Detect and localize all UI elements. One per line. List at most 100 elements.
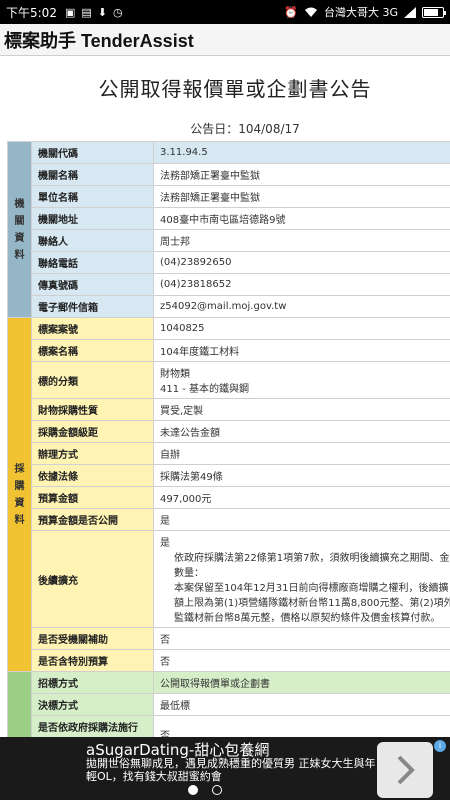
field-value: 公開取得報價單或企劃書 xyxy=(153,671,450,694)
field-value: 是 xyxy=(153,508,450,531)
image-notification-icon: ▣ xyxy=(64,5,76,19)
field-value: 3.11.94.5 xyxy=(153,141,450,164)
section-category-char: 購 xyxy=(14,480,25,492)
field-value: 104年度鐵工材料 xyxy=(153,339,450,362)
field-label: 是否受機關補助 xyxy=(31,627,154,650)
table-row: 預算金額 497,000元 xyxy=(8,486,450,509)
status-time: 下午5:02 xyxy=(6,5,57,20)
field-value-text: 財物類 xyxy=(160,369,190,380)
status-right: ⏰ 台灣大哥大 3G xyxy=(284,4,446,20)
table-row: 採購金額級距 未達公告金額 xyxy=(8,420,450,443)
table-row: 機關資料機關代碼 3.11.94.5 xyxy=(7,141,450,318)
ad-page-dot[interactable] xyxy=(188,785,198,795)
field-value: 最低標 xyxy=(153,693,450,716)
field-label: 單位名稱 xyxy=(31,185,154,208)
field-label: 機關地址 xyxy=(31,207,154,230)
field-label: 財物採購性質 xyxy=(31,398,154,421)
field-value-text: 是 xyxy=(160,516,170,527)
field-label: 標案案號 xyxy=(31,317,154,340)
field-label: 採購金額級距 xyxy=(31,420,154,443)
ad-open-button[interactable] xyxy=(377,742,433,798)
table-row: 機關名稱 法務部矯正署臺中監獄 xyxy=(8,163,450,186)
notification-icons: ▣ ▤ ⬇ ◷ xyxy=(65,6,284,19)
field-value-text: 公開取得報價單或企劃書 xyxy=(160,679,270,690)
status-bar: 下午5:02 ▣ ▤ ⬇ ◷ ⏰ 台灣大哥大 3G xyxy=(0,0,450,24)
field-label: 預算金額是否公開 xyxy=(31,508,154,531)
field-label: 辦理方式 xyxy=(31,442,154,465)
extension-note-line: 依政府採購法第22條第1項第7款，須敘明後續擴充之期間、金 xyxy=(174,553,450,564)
field-value-text: 否 xyxy=(160,730,170,738)
table-row: 依據法條 採購法第49條 xyxy=(8,464,450,487)
notice-date: 公告日：104/08/17 xyxy=(190,122,300,136)
field-value-text: 3.11.94.5 xyxy=(160,147,208,158)
section-category-char: 料 xyxy=(14,249,25,261)
ad-banner[interactable]: i aSugarDating-甜心包養網 拋開世俗無聊成見，遇見成熟穩重的優質男… xyxy=(0,737,450,800)
signal-icon xyxy=(404,6,416,18)
field-label: 決標方式 xyxy=(31,693,154,716)
field-value-text: 408臺中市南屯區培德路9號 xyxy=(160,215,286,226)
field-label: 標的分類 xyxy=(31,361,154,399)
field-label: 是否依政府採購法施行細則第64條之2辦理 xyxy=(31,715,154,737)
table-row: 是否依政府採購法施行細則第64條之2辦理否 xyxy=(8,715,450,738)
field-label: 後續擴充 xyxy=(31,530,154,628)
field-label: 標案名稱 xyxy=(31,339,154,362)
field-label: 招標方式 xyxy=(31,671,154,694)
field-value-text: 周士邦 xyxy=(160,237,190,248)
field-label: 聯絡電話 xyxy=(31,251,154,274)
table-row: 電子郵件信箱 z54092@mail.moj.gov.tw xyxy=(8,295,450,318)
field-value: 法務部矯正署臺中監獄 xyxy=(153,163,450,186)
carrier-label: 台灣大哥大 3G xyxy=(323,6,398,19)
table-row: 採購資料 標案案號 1040825 xyxy=(7,317,450,672)
section-category-char: 料 xyxy=(14,514,25,526)
field-value: 1040825 xyxy=(153,317,450,340)
field-value-text: 買受,定製 xyxy=(160,406,204,417)
field-value: 408臺中市南屯區培德路9號 xyxy=(153,207,450,230)
section-category-char: 資 xyxy=(14,232,25,244)
field-value: z54092@mail.moj.gov.tw xyxy=(153,295,450,318)
table-row: 財物採購性質 買受,定製 xyxy=(8,398,450,421)
field-value: 買受,定製 xyxy=(153,398,450,421)
field-value-text: 最低標 xyxy=(160,701,190,712)
table-row: 聯絡人 周士邦 xyxy=(8,229,450,252)
field-label: 電子郵件信箱 xyxy=(31,295,154,318)
field-value: (04)23818652 xyxy=(153,273,450,296)
table-row: 標案名稱 104年度鐵工材料 xyxy=(8,339,450,362)
extension-note-line: 監鐵材新台幣8萬元整，價格以原契約條件及價金核算付款。 xyxy=(174,613,441,624)
field-value-subtext: 411 - 基本的鐵與鋼 xyxy=(160,384,250,395)
table-row: 傳真號碼 (04)23818652 xyxy=(8,273,450,296)
field-value-text: (04)23892650 xyxy=(160,257,232,268)
section-category-char: 採 xyxy=(14,463,25,475)
section-category-char: 關 xyxy=(14,215,25,227)
field-value: 否 xyxy=(153,627,450,650)
chevron-right-icon xyxy=(397,755,415,785)
field-value: 未達公告金額 xyxy=(153,420,450,443)
table-row: 預算金額是否公開是 xyxy=(8,508,450,531)
extension-note-line: 額上限為第(1)項營繕隊鐵材新台幣11萬8,800元整、第(2)項外 xyxy=(174,598,450,609)
adchoices-icon[interactable]: i xyxy=(434,740,446,752)
ad-page-dot[interactable] xyxy=(212,785,222,795)
battery-level-fill xyxy=(424,8,438,16)
table-row: 決標方式 最低標 xyxy=(8,693,450,716)
app-bar: 標案助手 TenderAssist xyxy=(0,24,450,56)
table-row: 辦理方式 自辦 xyxy=(8,442,450,465)
field-label: 預算金額 xyxy=(31,486,154,509)
field-value-text: 採購法第49條 xyxy=(160,472,223,483)
extension-note-line: 本案保留至104年12月31日前向得標廠商增購之權利，後續擴 xyxy=(174,583,449,594)
field-value: 法務部矯正署臺中監獄 xyxy=(153,185,450,208)
field-value: 自辦 xyxy=(153,442,450,465)
alarm-icon: ⏰ xyxy=(284,5,298,19)
field-value: 周士邦 xyxy=(153,229,450,252)
field-value-text: 自辦 xyxy=(160,450,180,461)
section-category-char: 機 xyxy=(14,198,25,210)
field-label: 聯絡人 xyxy=(31,229,154,252)
ad-body[interactable]: 拋開世俗無聊成見，遇見成熟穩重的優質男 正妹女大生與年輕OL，找有錢大叔甜蜜約會 xyxy=(86,757,376,783)
field-value-text: 1040825 xyxy=(160,323,205,334)
field-value: 財物類 411 - 基本的鐵與鋼 xyxy=(153,361,450,399)
app-title: 標案助手 TenderAssist xyxy=(4,30,194,51)
field-value-text: 104年度鐵工材料 xyxy=(160,347,240,358)
notice-content[interactable]: 公開取得報價單或企劃書公告 公告日：104/08/17 機關資料機關代碼 3.11… xyxy=(0,57,450,737)
table-row: 後續擴充是依政府採購法第22條第1項第7款，須敘明後續擴充之期間、金 數量： 本案保… xyxy=(8,530,450,628)
clock-notification-icon: ◷ xyxy=(112,5,123,19)
section-category-char: 資 xyxy=(14,497,25,509)
field-value-text: 法務部矯正署臺中監獄 xyxy=(160,193,260,204)
